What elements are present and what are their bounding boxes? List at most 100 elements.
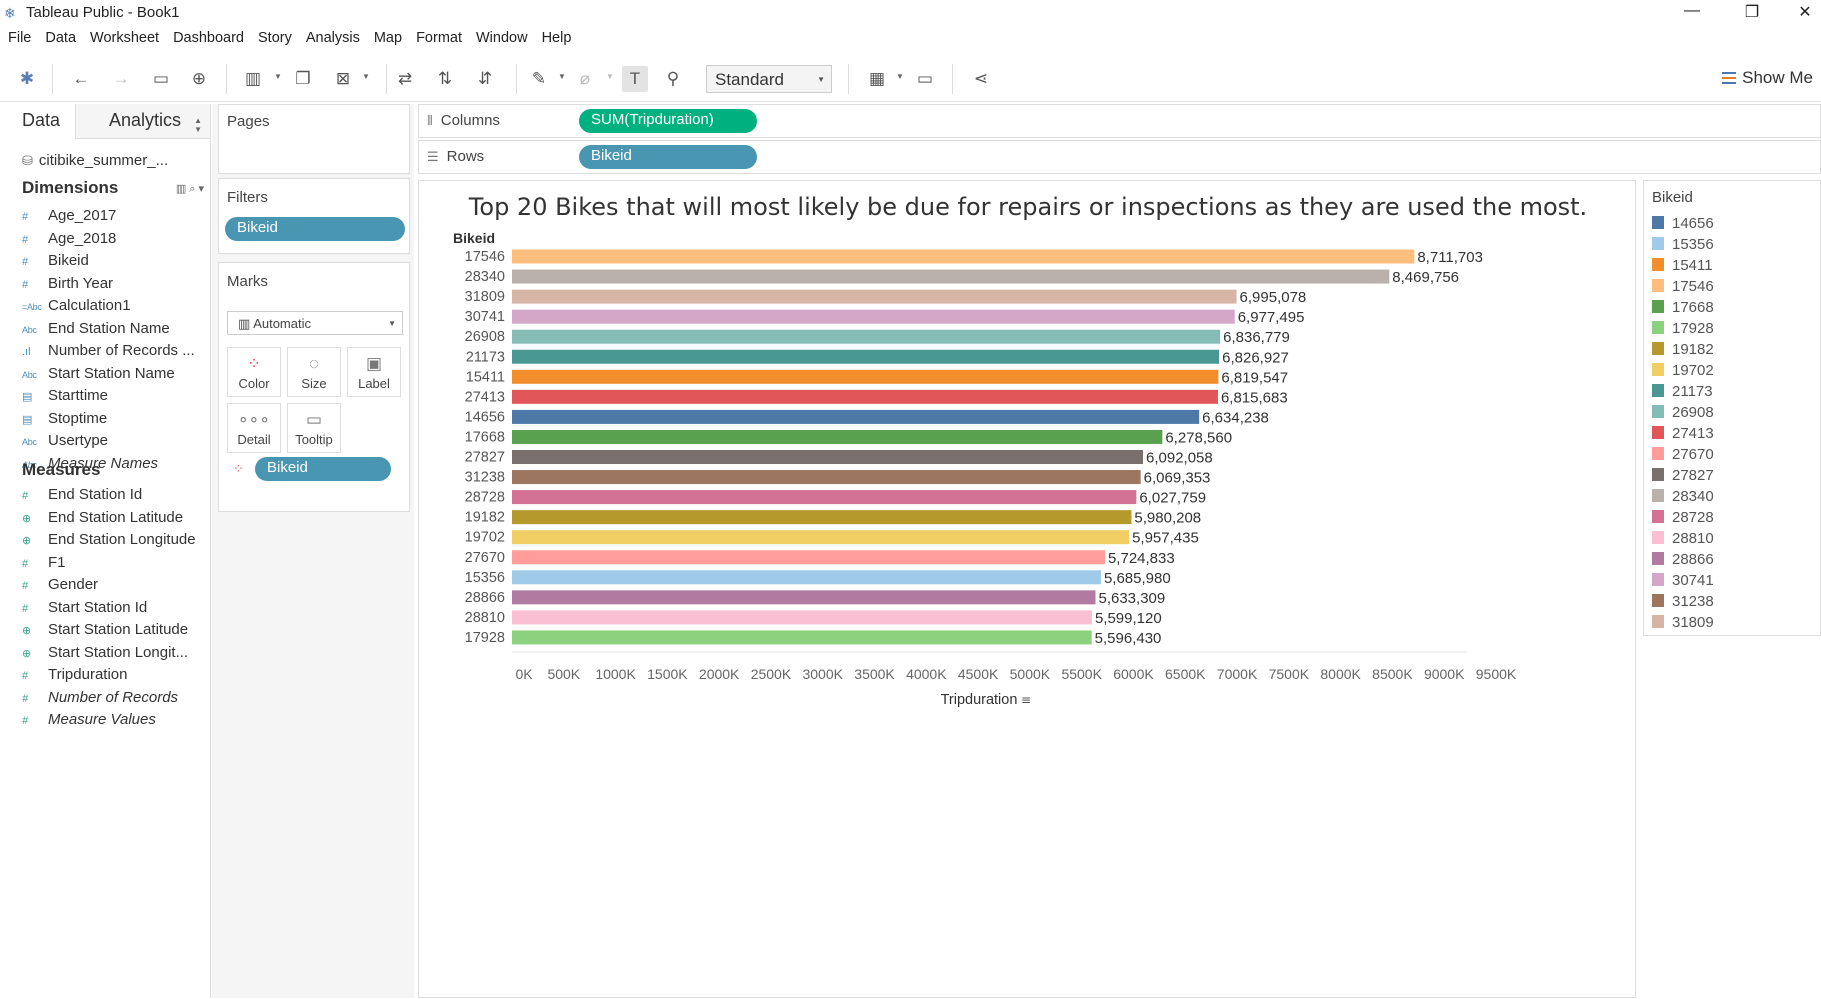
legend-item[interactable]: 27670 bbox=[1652, 446, 1714, 466]
data-source[interactable]: ⛁ citibike_summer_... bbox=[22, 152, 168, 169]
mark-type-select[interactable]: ▥ Automatic ▼ bbox=[227, 311, 403, 335]
share-icon[interactable]: ⋖ bbox=[968, 66, 994, 92]
swap-rows-columns-icon[interactable]: ⇄ bbox=[392, 66, 418, 92]
legend-item[interactable]: 14656 bbox=[1652, 215, 1714, 235]
measure-field-gender[interactable]: # Gender bbox=[22, 576, 210, 598]
dimension-field-age-2017[interactable]: # Age_2017 bbox=[22, 207, 210, 229]
dimension-field-usertype[interactable]: Abc Usertype bbox=[22, 432, 210, 454]
tooltip-button[interactable]: ▭ Tooltip bbox=[287, 403, 341, 453]
dimension-field-starttime[interactable]: ▤ Starttime bbox=[22, 387, 210, 409]
chevron-down-icon[interactable]: ▼ bbox=[558, 72, 566, 81]
dimension-field-age-2018[interactable]: # Age_2018 bbox=[22, 230, 210, 252]
rows-pill-bikeid[interactable]: Bikeid bbox=[579, 145, 757, 169]
legend-item[interactable]: 19702 bbox=[1652, 362, 1714, 382]
highlight-icon[interactable]: ✎ bbox=[526, 66, 552, 92]
menu-file[interactable]: File bbox=[0, 28, 37, 48]
save-icon[interactable]: ▭ bbox=[148, 66, 174, 92]
dimension-field-end-station-name[interactable]: Abc End Station Name bbox=[22, 320, 210, 342]
legend-item[interactable]: 15356 bbox=[1652, 236, 1714, 256]
legend-item[interactable]: 30741 bbox=[1652, 572, 1714, 592]
dimensions-tools[interactable]: ▥ ⌕ ▾ bbox=[176, 182, 204, 196]
new-worksheet-icon[interactable]: ▥ bbox=[240, 66, 266, 92]
chevron-down-icon[interactable]: ▼ bbox=[606, 72, 614, 81]
menu-worksheet[interactable]: Worksheet bbox=[82, 28, 165, 48]
menu-analysis[interactable]: Analysis bbox=[298, 28, 366, 48]
legend-item[interactable]: 15411 bbox=[1652, 257, 1713, 277]
legend-item[interactable]: 17668 bbox=[1652, 299, 1714, 319]
chevron-down-icon[interactable]: ▼ bbox=[274, 72, 282, 81]
measure-field-tripduration[interactable]: # Tripduration bbox=[22, 666, 210, 688]
menu-help[interactable]: Help bbox=[534, 28, 578, 48]
dimension-field-number-of-records[interactable]: .ıl Number of Records ... bbox=[22, 342, 210, 364]
new-data-source-icon[interactable]: ⊕ bbox=[186, 66, 212, 92]
dimension-field-start-station-name[interactable]: Abc Start Station Name bbox=[22, 365, 210, 387]
measure-field-end-station-latitude[interactable]: ⊕ End Station Latitude bbox=[22, 509, 210, 531]
menu-data[interactable]: Data bbox=[37, 28, 82, 48]
legend-item[interactable]: 31238 bbox=[1652, 593, 1714, 613]
redo-icon[interactable]: → bbox=[108, 66, 134, 92]
label-button[interactable]: ▣ Label bbox=[347, 347, 401, 397]
sort-descending-icon[interactable]: ⇵ bbox=[472, 66, 498, 92]
menu-format[interactable]: Format bbox=[408, 28, 468, 48]
chevron-down-icon[interactable]: ▼ bbox=[362, 72, 370, 81]
measure-field-start-station-longit[interactable]: ⊕ Start Station Longit... bbox=[22, 644, 210, 666]
show-me-button[interactable]: Show Me bbox=[1722, 68, 1813, 88]
duplicate-sheet-icon[interactable]: ❐ bbox=[290, 66, 316, 92]
legend-item[interactable]: 28340 bbox=[1652, 488, 1714, 508]
tab-analytics[interactable]: Analytics bbox=[109, 110, 181, 131]
sort-ascending-icon[interactable]: ⇅ bbox=[432, 66, 458, 92]
chevron-down-icon[interactable]: ▼ bbox=[896, 72, 904, 81]
fit-mode-select[interactable]: Standard ▼ bbox=[706, 65, 832, 93]
fix-axes-icon[interactable]: ⚲ bbox=[660, 66, 686, 92]
legend-item[interactable]: 28810 bbox=[1652, 530, 1714, 550]
menu-story[interactable]: Story bbox=[250, 28, 298, 48]
legend-item[interactable]: 28866 bbox=[1652, 551, 1714, 571]
row-header-bikeid: Bikeid bbox=[453, 230, 495, 246]
measure-field-start-station-latitude[interactable]: ⊕ Start Station Latitude bbox=[22, 621, 210, 643]
dimension-field-bikeid[interactable]: # Bikeid bbox=[22, 252, 210, 274]
legend-item[interactable]: 21173 bbox=[1652, 383, 1713, 403]
filter-pill-bikeid[interactable]: Bikeid bbox=[225, 217, 405, 241]
minimize-button[interactable]: — bbox=[1672, 2, 1712, 24]
pane-menu-icon[interactable]: ▲ ▼ bbox=[194, 116, 202, 134]
measure-field-f1[interactable]: # F1 bbox=[22, 554, 210, 576]
legend-item[interactable]: 27827 bbox=[1652, 467, 1714, 487]
measure-field-end-station-id[interactable]: # End Station Id bbox=[22, 486, 210, 508]
presentation-mode-icon[interactable]: ▭ bbox=[912, 66, 938, 92]
marks-pill-bikeid[interactable]: Bikeid bbox=[255, 457, 391, 481]
rows-shelf[interactable]: ☰ Rows Bikeid bbox=[418, 140, 1821, 174]
clear-sheet-icon[interactable]: ⊠ bbox=[330, 66, 356, 92]
tab-data[interactable]: Data bbox=[22, 110, 60, 131]
legend-item[interactable]: 17546 bbox=[1652, 278, 1714, 298]
columns-shelf[interactable]: ⦀ Columns SUM(Tripduration) bbox=[418, 104, 1821, 138]
measure-field-start-station-id[interactable]: # Start Station Id bbox=[22, 599, 210, 621]
close-button[interactable]: ✕ bbox=[1785, 2, 1821, 24]
measure-field-measure-values[interactable]: # Measure Values bbox=[22, 711, 210, 733]
legend-item[interactable]: 17928 bbox=[1652, 320, 1714, 340]
legend-item[interactable]: 31809 bbox=[1652, 614, 1714, 634]
pages-shelf[interactable]: Pages bbox=[218, 104, 410, 174]
menu-window[interactable]: Window bbox=[468, 28, 534, 48]
restore-button[interactable]: ❐ bbox=[1732, 2, 1772, 24]
measure-field-end-station-longitude[interactable]: ⊕ End Station Longitude bbox=[22, 531, 210, 553]
menu-map[interactable]: Map bbox=[366, 28, 408, 48]
columns-pill-sum-tripduration[interactable]: SUM(Tripduration) bbox=[579, 109, 757, 133]
undo-icon[interactable]: ← bbox=[68, 66, 94, 92]
dimension-field-stoptime[interactable]: ▤ Stoptime bbox=[22, 410, 210, 432]
legend-item[interactable]: 27413 bbox=[1652, 425, 1714, 445]
detail-button[interactable]: ∘∘∘ Detail bbox=[227, 403, 281, 453]
size-button[interactable]: ◌ Size bbox=[287, 347, 341, 397]
legend-item[interactable]: 19182 bbox=[1652, 341, 1714, 361]
show-cards-icon[interactable]: ▦ bbox=[864, 66, 890, 92]
dimension-field-birth-year[interactable]: # Birth Year bbox=[22, 275, 210, 297]
tableau-home-icon[interactable]: ✱ bbox=[14, 66, 40, 92]
show-mark-labels-icon[interactable]: T bbox=[622, 66, 648, 92]
color-button[interactable]: ⁘ Color bbox=[227, 347, 281, 397]
filters-shelf[interactable]: Filters Bikeid bbox=[218, 178, 410, 254]
legend-item[interactable]: 28728 bbox=[1652, 509, 1714, 529]
group-members-icon[interactable]: ⌀ bbox=[572, 66, 598, 92]
legend-item[interactable]: 26908 bbox=[1652, 404, 1714, 424]
menu-dashboard[interactable]: Dashboard bbox=[165, 28, 250, 48]
measure-field-number-of-records[interactable]: # Number of Records bbox=[22, 689, 210, 711]
dimension-field-calculation1[interactable]: =Abc Calculation1 bbox=[22, 297, 210, 319]
